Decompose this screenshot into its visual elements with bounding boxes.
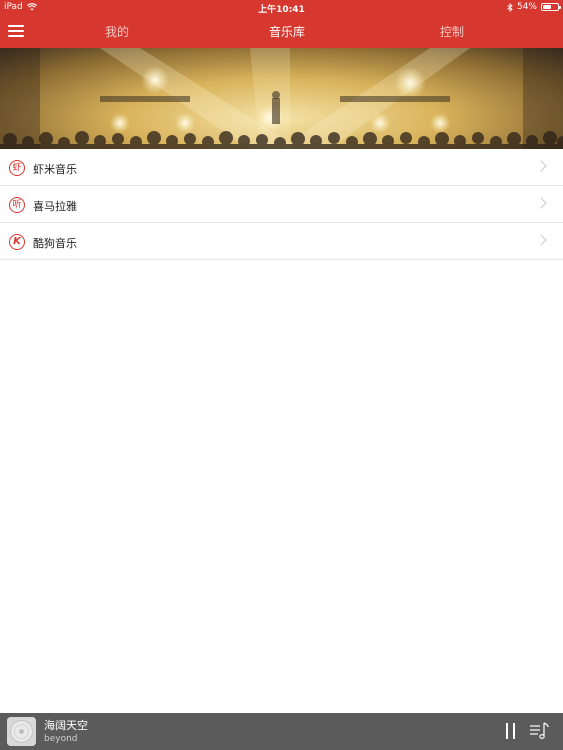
- tab-music-library[interactable]: 音乐库: [269, 23, 305, 40]
- chevron-right-icon: [535, 197, 547, 209]
- tab-mine[interactable]: 我的: [105, 23, 129, 40]
- playlist-icon: [530, 722, 550, 739]
- menu-icon[interactable]: [8, 22, 28, 40]
- pause-button[interactable]: [505, 723, 517, 739]
- battery-icon: [541, 3, 561, 11]
- now-playing-bar[interactable]: 海阔天空 beyond: [0, 713, 563, 750]
- battery-fill: [543, 5, 551, 9]
- album-cover[interactable]: [7, 717, 36, 746]
- track-title: 海阔天空: [44, 719, 88, 732]
- list-item-ximalaya[interactable]: 听 喜马拉雅: [0, 186, 563, 223]
- list-item-label: 酷狗音乐: [33, 237, 77, 250]
- list-item-label: 喜马拉雅: [33, 200, 77, 213]
- battery-percent: 54%: [516, 2, 537, 12]
- ximalaya-logo-icon: 听: [9, 197, 25, 213]
- concert-banner-image: [0, 48, 563, 149]
- music-source-list: 虾 虾米音乐 听 喜马拉雅 K 酷狗音乐: [0, 149, 563, 260]
- status-bar: iPad 上午10:41 54%: [0, 0, 563, 15]
- kugou-logo-icon: K: [9, 234, 25, 250]
- list-item-label: 虾米音乐: [33, 163, 77, 176]
- xiami-logo-icon: 虾: [9, 160, 25, 176]
- status-right: 54%: [507, 2, 561, 12]
- list-item-xiami[interactable]: 虾 虾米音乐: [0, 149, 563, 186]
- nav-bar: 我的 音乐库 控制: [0, 14, 563, 48]
- disc-icon: [7, 717, 36, 746]
- tab-control[interactable]: 控制: [440, 23, 464, 40]
- playlist-queue-button[interactable]: [529, 721, 551, 741]
- list-item-kugou[interactable]: K 酷狗音乐: [0, 223, 563, 260]
- track-artist: beyond: [44, 734, 78, 744]
- concert-illustration: [0, 48, 563, 149]
- chevron-right-icon: [535, 160, 547, 172]
- chevron-right-icon: [535, 234, 547, 246]
- bluetooth-icon: [507, 2, 513, 12]
